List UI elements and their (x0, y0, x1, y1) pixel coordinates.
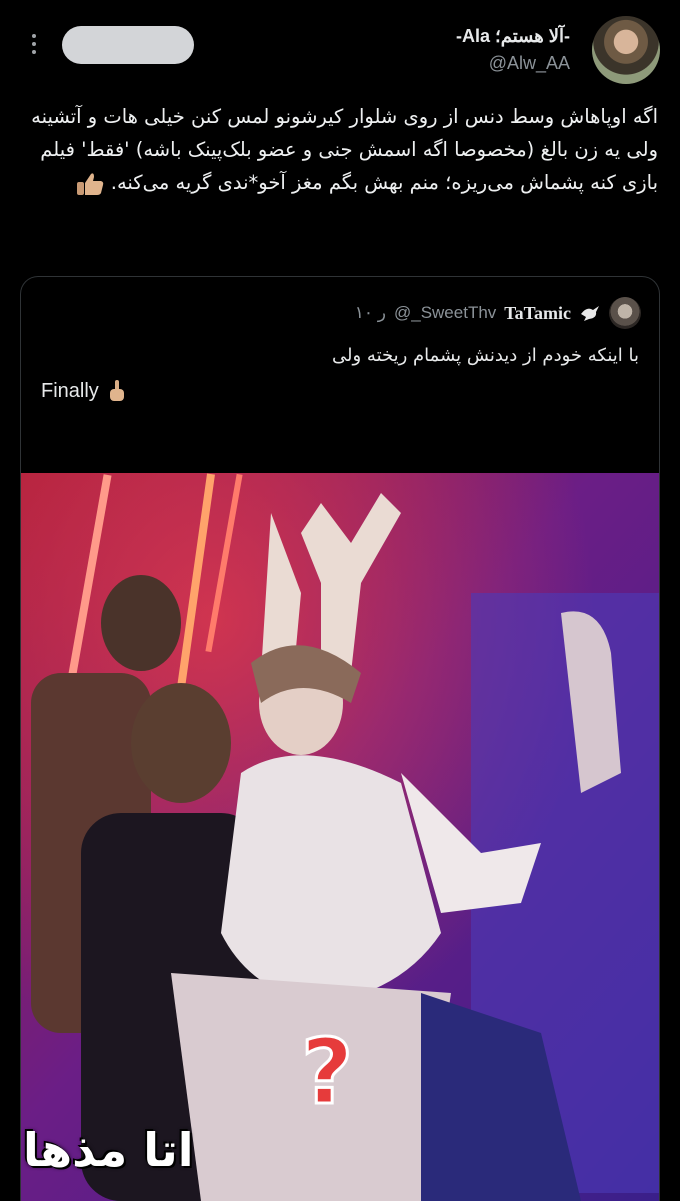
quoted-tweet-text-line2: Finally (41, 379, 127, 403)
middle-finger-emoji-icon (109, 380, 124, 401)
quoted-tweet-finally: Finally (41, 379, 99, 402)
quoted-tweet-media-image[interactable]: ? (21, 473, 659, 1201)
tweet-text: اگه اوپاهاش وسط دنس از روی شلوار کیرشونو… (22, 100, 658, 199)
quoted-tweet-avatar (609, 297, 641, 329)
thumbs-up-emoji-icon (76, 172, 103, 195)
tweet-author[interactable]: -آلا هستم؛ Ala- @Alw_AA (456, 26, 570, 74)
quoted-tweet-time: ۱۰ ر (354, 303, 386, 322)
media-overlay-text: اتا مذها (23, 1123, 194, 1177)
dove-icon (581, 306, 599, 321)
author-display-name[interactable]: -آلا هستم؛ Ala- (456, 26, 570, 47)
quoted-tweet-header: ۱۰ ر @_SweetThv TaTamic (355, 297, 641, 329)
quoted-tweet[interactable]: ۱۰ ر @_SweetThv TaTamic با اینکه خودم از… (20, 276, 660, 1201)
quoted-tweet-handle: @_SweetThv (393, 303, 497, 322)
tweet-body: اگه اوپاهاش وسط دنس از روی شلوار کیرشونو… (31, 105, 658, 194)
quoted-tweet-text-line1: با اینکه خودم از دیدنش پشمام ریخته ولی (332, 345, 639, 366)
quoted-tweet-name: TaTamic (504, 302, 571, 323)
author-handle[interactable]: @Alw_AA (456, 53, 570, 74)
more-options-icon[interactable] (24, 30, 44, 58)
question-mark-icon: ? (301, 1020, 353, 1125)
avatar[interactable] (592, 16, 660, 84)
follow-button[interactable] (62, 26, 194, 64)
